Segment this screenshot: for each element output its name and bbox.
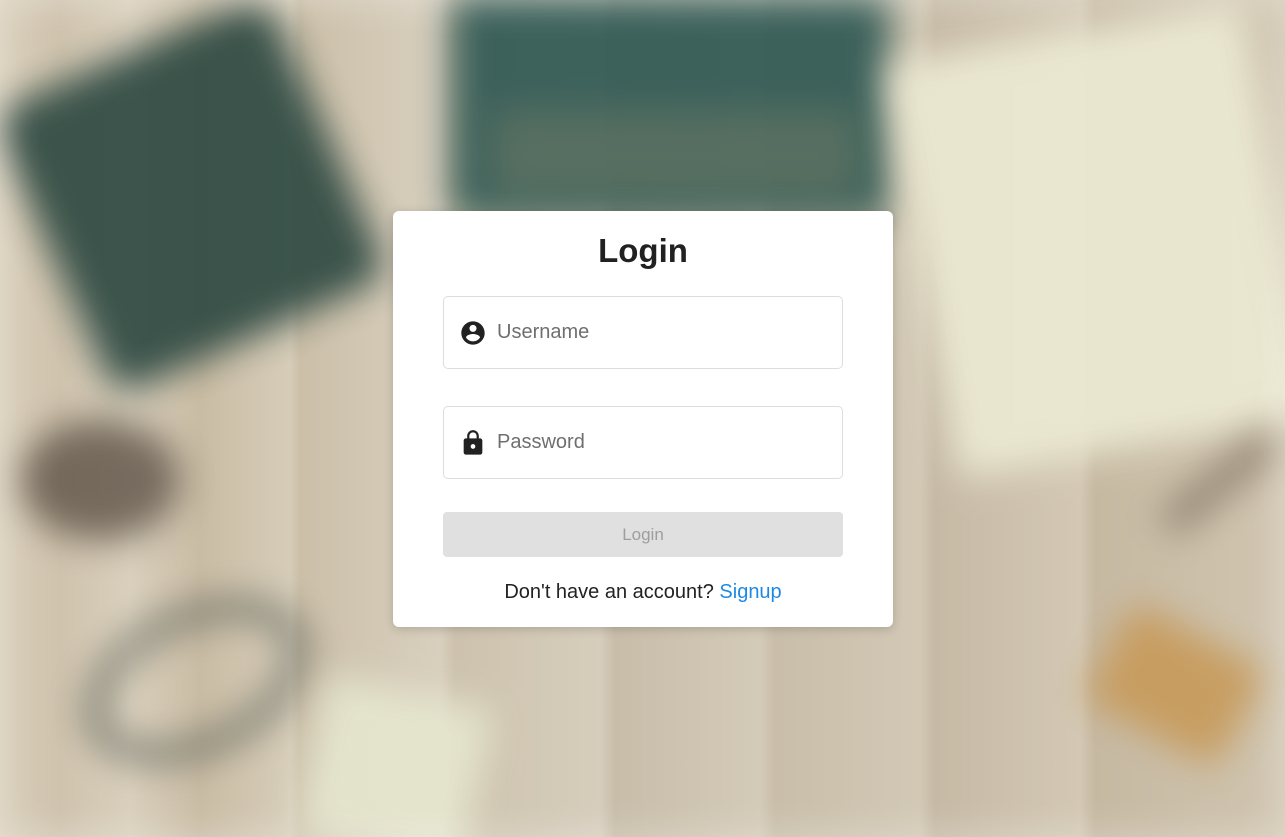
login-card: Login Login Don't have an account? Signu… [393,211,893,627]
username-field[interactable] [443,296,843,369]
login-button[interactable]: Login [443,512,843,557]
signup-prompt: Don't have an account? [504,581,714,603]
login-title: Login [598,232,688,269]
lock-icon [459,429,487,457]
username-input[interactable] [497,312,842,353]
password-field[interactable] [443,406,843,479]
password-input[interactable] [497,422,842,463]
signup-row: Don't have an account? Signup [393,580,893,604]
account-circle-icon [459,319,487,347]
signup-link[interactable]: Signup [719,581,781,603]
